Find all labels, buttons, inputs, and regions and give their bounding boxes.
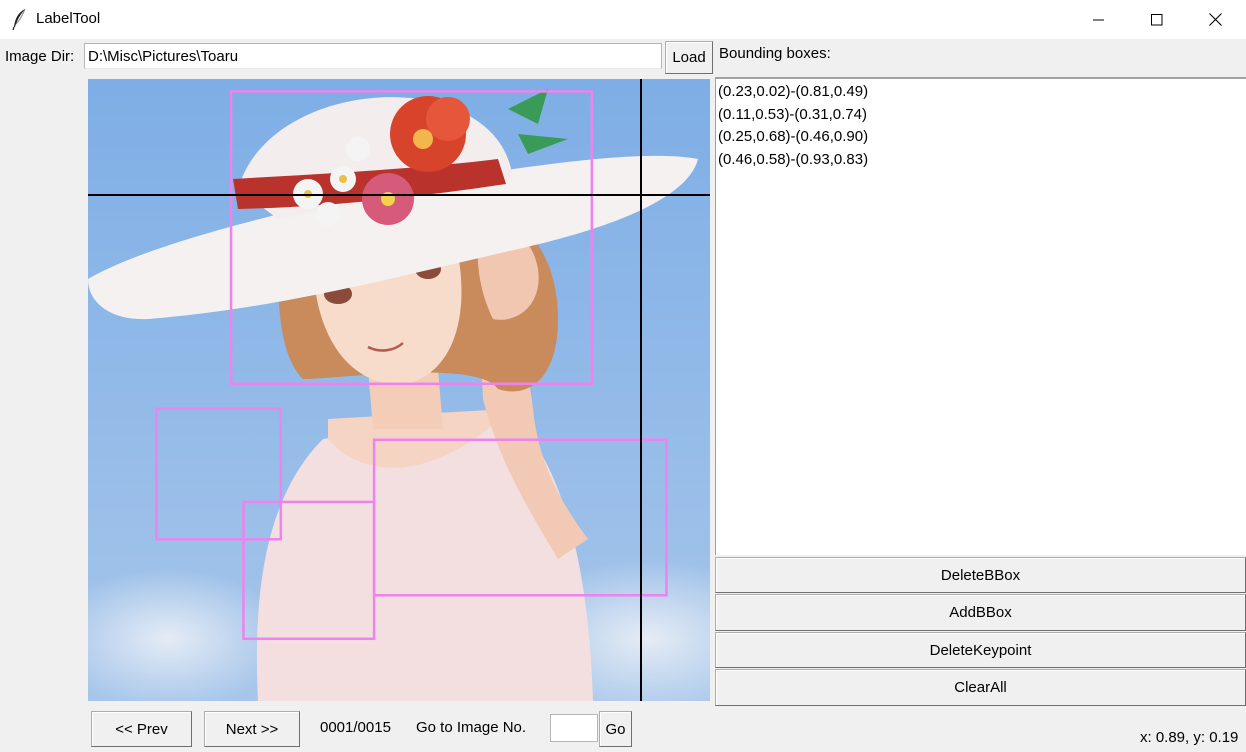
bbox-list[interactable]: (0.23,0.02)-(0.81,0.49) (0.11,0.53)-(0.3… <box>715 77 1246 555</box>
add-bbox-button[interactable]: AddBBox <box>715 594 1246 631</box>
prev-button[interactable]: << Prev <box>91 711 192 747</box>
bbox-list-item[interactable]: (0.23,0.02)-(0.81,0.49) <box>718 81 1246 104</box>
feather-icon <box>12 8 26 30</box>
load-button[interactable]: Load <box>665 41 713 74</box>
goto-label: Go to Image No. <box>416 719 527 736</box>
annotation-image <box>88 79 710 701</box>
window-title: LabelTool <box>36 10 101 27</box>
minimize-icon <box>1093 19 1104 20</box>
image-counter: 0001/0015 <box>320 719 391 736</box>
image-dir-input[interactable] <box>84 43 662 69</box>
bbox-list-item[interactable]: (0.11,0.53)-(0.31,0.74) <box>718 104 1246 127</box>
clear-all-button[interactable]: ClearAll <box>715 669 1246 706</box>
bbox-list-item[interactable]: (0.25,0.68)-(0.46,0.90) <box>718 126 1246 149</box>
image-dir-label: Image Dir: <box>5 48 75 65</box>
cursor-position-status: x: 0.89, y: 0.19 <box>1140 729 1239 746</box>
bbox-list-item[interactable]: (0.46,0.58)-(0.93,0.83) <box>718 149 1246 172</box>
delete-bbox-button[interactable]: DeleteBBox <box>715 557 1246 593</box>
bounding-boxes-label: Bounding boxes: <box>719 45 831 62</box>
close-button[interactable] <box>1186 0 1244 39</box>
close-icon <box>1208 13 1222 26</box>
delete-keypoint-button[interactable]: DeleteKeypoint <box>715 632 1246 668</box>
maximize-button[interactable] <box>1128 0 1186 39</box>
image-canvas[interactable] <box>88 79 710 701</box>
next-button[interactable]: Next >> <box>204 711 300 747</box>
title-bar: LabelTool <box>0 0 1246 39</box>
goto-image-input[interactable] <box>550 714 598 742</box>
go-button[interactable]: Go <box>599 711 632 747</box>
maximize-icon <box>1151 13 1163 25</box>
minimize-button[interactable] <box>1070 0 1128 39</box>
